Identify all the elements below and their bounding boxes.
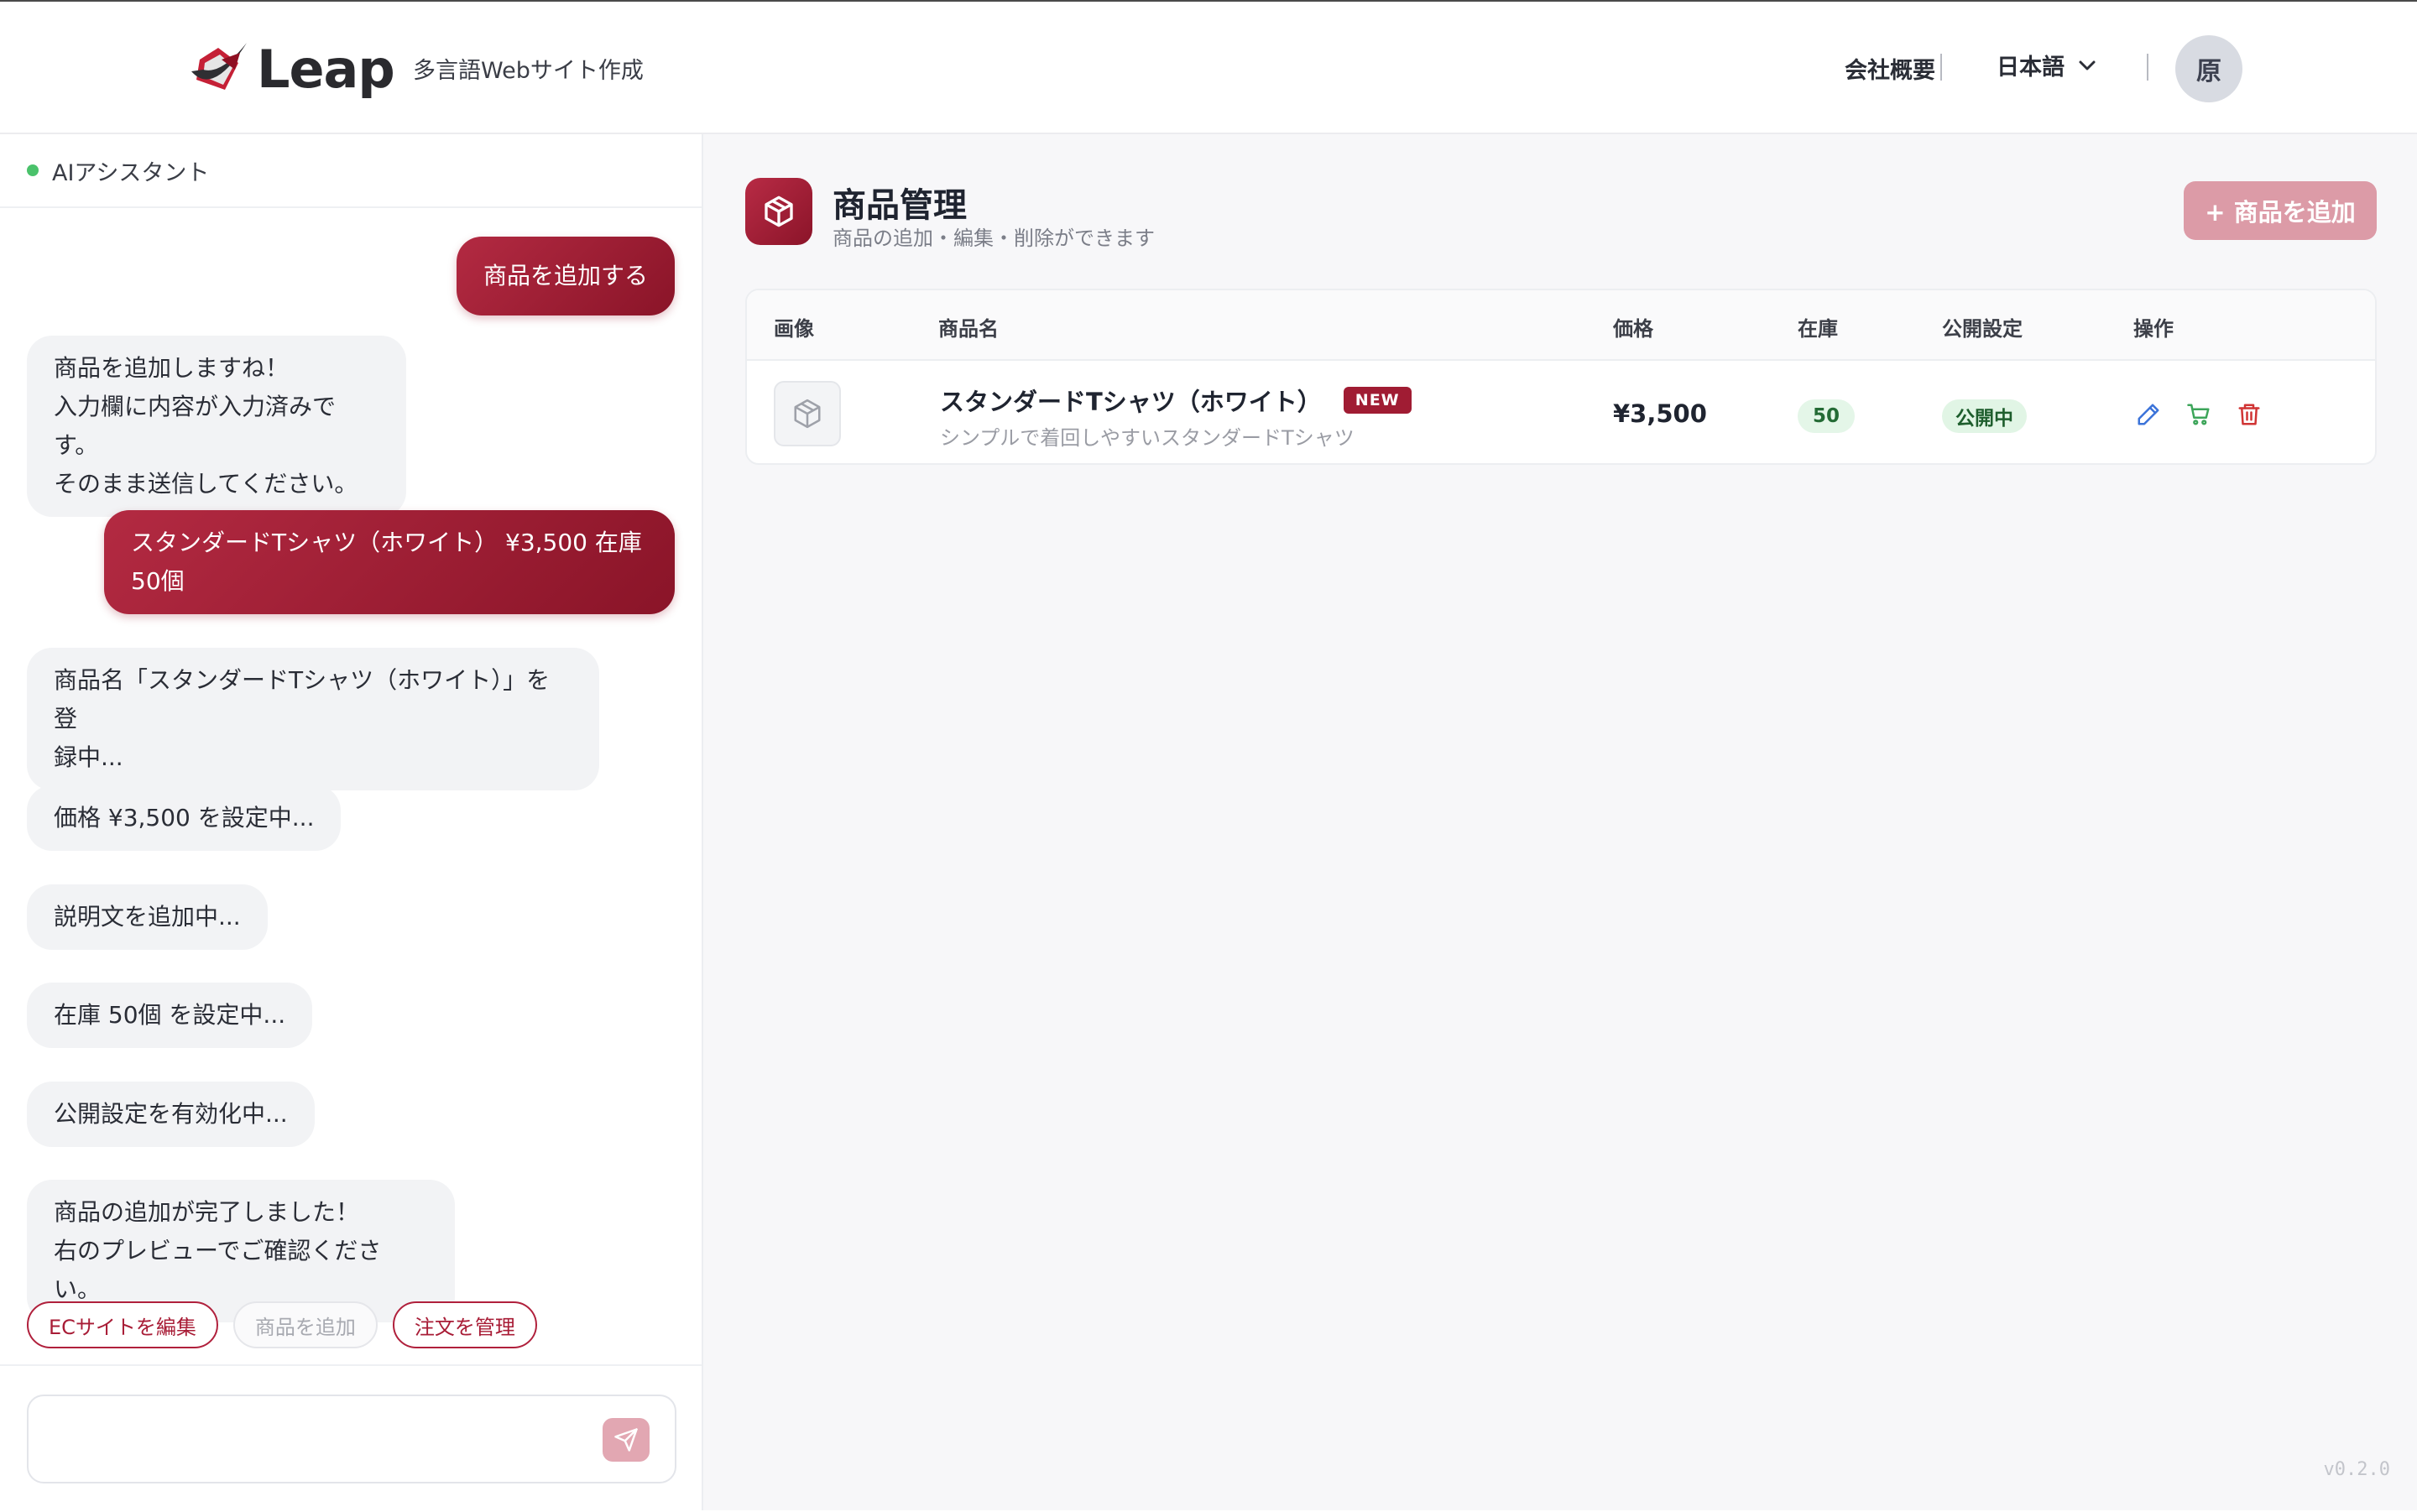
product-name-cell: スタンダードTシャツ（ホワイト） NEW: [940, 383, 1412, 418]
quick-action-edit-ec-site[interactable]: ECサイトを編集: [27, 1301, 218, 1348]
message-line: 右のプレビューでご確認ください。: [54, 1237, 382, 1303]
message-text: 商品を追加する: [483, 262, 648, 289]
send-icon: [614, 1428, 638, 1452]
user-avatar[interactable]: 原: [2175, 35, 2242, 102]
brand-tagline: 多言語Webサイト作成: [413, 58, 644, 84]
column-header-stock: 在庫: [1798, 317, 1838, 341]
nav-divider: [2147, 54, 2148, 81]
chat-composer: [0, 1364, 702, 1512]
user-message: 商品を追加する: [456, 237, 675, 315]
chat-header: AIアシスタント: [0, 134, 702, 208]
nav-divider: [1940, 54, 1942, 81]
product-table: 画像 商品名 価格 在庫 公開設定 操作 スタンダードTシャツ（ホワイト） NE…: [745, 289, 2377, 465]
leap-logo-icon: [188, 38, 253, 100]
assistant-message: 商品名「スタンダードTシャツ（ホワイト）」を登 録中...: [27, 648, 599, 790]
message-text: 公開設定を有効化中...: [54, 1100, 288, 1128]
app-version: v0.2.0: [2323, 1459, 2390, 1480]
assistant-message: 在庫 50個 を設定中...: [27, 983, 313, 1048]
message-line: そのまま送信してください。: [54, 470, 358, 498]
package-icon: [794, 399, 821, 429]
message-text: 説明文を追加中...: [54, 903, 241, 931]
trash-icon: [2238, 404, 2260, 425]
message-text: 在庫 50個 を設定中...: [54, 1001, 286, 1029]
quick-actions: ECサイトを編集 商品を追加 注文を管理: [27, 1301, 537, 1348]
message-line: スタンダードTシャツ（ホワイト） ¥3,500 在庫: [131, 529, 642, 556]
message-line: 商品を追加しますね！: [54, 354, 290, 382]
visibility-status-badge: 公開中: [1942, 399, 2027, 433]
package-icon: [745, 178, 812, 245]
assistant-message: 価格 ¥3,500 を設定中...: [27, 785, 342, 851]
page-subtitle: 商品の追加・編集・削除ができます: [833, 227, 1155, 250]
language-label: 日本語: [1997, 55, 2065, 81]
column-header-visibility: 公開設定: [1942, 317, 2023, 341]
message-line: 商品の追加が完了しました！: [54, 1198, 360, 1226]
company-info-link[interactable]: 会社概要: [1845, 52, 1935, 85]
column-header-image: 画像: [774, 317, 814, 341]
language-selector[interactable]: 日本語: [1997, 49, 2096, 81]
pencil-icon: [2138, 404, 2159, 425]
quick-action-manage-orders[interactable]: 注文を管理: [392, 1301, 537, 1348]
brand-name: Leap: [257, 38, 395, 100]
new-badge: NEW: [1343, 387, 1412, 414]
column-header-actions: 操作: [2133, 317, 2174, 341]
send-button[interactable]: [603, 1418, 650, 1462]
page-title: 商品管理: [833, 186, 967, 225]
table-row: スタンダードTシャツ（ホワイト） NEW シンプルで着回しやすいスタンダードTシ…: [747, 361, 2375, 463]
product-image-placeholder: [774, 381, 841, 446]
chat-title: AIアシスタント: [52, 159, 210, 186]
message-text: 価格 ¥3,500 を設定中...: [54, 804, 315, 832]
assistant-message: 説明文を追加中...: [27, 884, 268, 950]
brand-logo[interactable]: Leap: [188, 35, 395, 102]
stock-badge: 50: [1798, 399, 1856, 433]
message-line: 録中...: [54, 743, 123, 771]
column-header-price: 価格: [1613, 317, 1653, 341]
delete-button[interactable]: [2234, 399, 2264, 430]
product-name: スタンダードTシャツ（ホワイト）: [940, 388, 1322, 416]
message-line: 入力欄に内容が入力済みです。: [54, 393, 337, 459]
product-description: シンプルで着回しやすいスタンダードTシャツ: [940, 426, 1355, 450]
top-navigation-bar: Leap 多言語Webサイト作成 会社概要 日本語 原: [0, 0, 2417, 134]
cart-button[interactable]: [2184, 399, 2214, 430]
quick-action-add-product: 商品を追加: [232, 1301, 378, 1348]
online-status-icon: [27, 164, 39, 176]
chat-message-input[interactable]: [27, 1395, 676, 1483]
product-price: ¥3,500: [1613, 399, 1707, 428]
shopping-cart-icon: [2187, 404, 2210, 425]
message-line: 商品名「スタンダードTシャツ（ホワイト）」を登: [54, 666, 551, 733]
user-message: スタンダードTシャツ（ホワイト） ¥3,500 在庫 50個: [104, 510, 675, 614]
chevron-down-icon: [2079, 60, 2096, 70]
edit-button[interactable]: [2133, 399, 2164, 430]
add-product-button[interactable]: + 商品を追加: [2184, 181, 2377, 240]
table-header: 画像 商品名 価格 在庫 公開設定 操作: [747, 290, 2375, 361]
product-management-view: 商品管理 商品の追加・編集・削除ができます + 商品を追加 画像 商品名 価格 …: [703, 134, 2417, 1510]
message-line: 50個: [131, 567, 185, 595]
column-header-name: 商品名: [938, 317, 999, 341]
assistant-message: 商品を追加しますね！ 入力欄に内容が入力済みです。 そのまま送信してください。: [27, 336, 406, 517]
assistant-message: 公開設定を有効化中...: [27, 1082, 315, 1147]
